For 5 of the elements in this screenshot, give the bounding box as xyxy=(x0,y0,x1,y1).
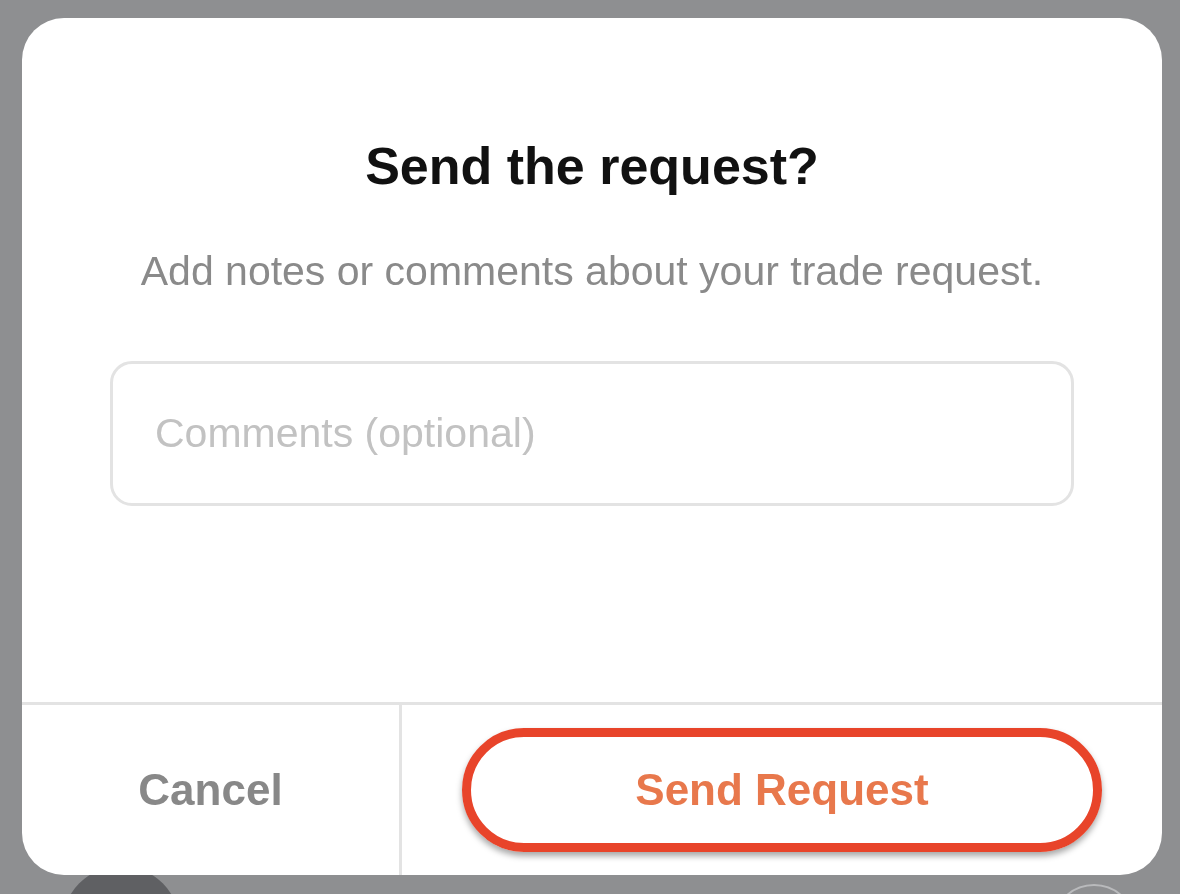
cancel-button[interactable]: Cancel xyxy=(132,764,289,816)
dialog-message: Add notes or comments about your trade request. xyxy=(139,247,1045,296)
send-request-button[interactable]: Send Request xyxy=(462,728,1102,852)
dialog-title: Send the request? xyxy=(365,136,819,196)
comments-field[interactable]: Comments (optional) xyxy=(110,361,1074,506)
